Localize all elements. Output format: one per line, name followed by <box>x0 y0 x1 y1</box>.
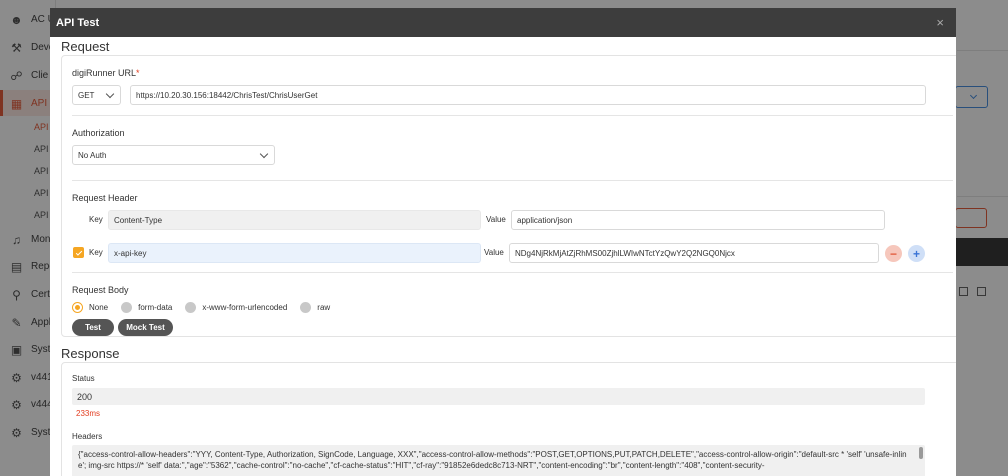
headers-label: Headers <box>72 432 103 441</box>
response-section-title: Response <box>61 346 120 361</box>
request-section-title: Request <box>61 39 110 54</box>
header-value-label: Value <box>484 248 504 257</box>
authorization-select[interactable]: No Auth <box>72 145 275 165</box>
test-button[interactable]: Test <box>72 319 114 336</box>
divider <box>72 272 953 273</box>
header-key-input[interactable]: x-api-key <box>108 243 481 263</box>
body-type-none-radio[interactable]: None <box>72 302 108 313</box>
header-enable-checkbox[interactable] <box>73 247 84 258</box>
check-icon <box>75 248 82 256</box>
modal-title: API Test <box>56 16 100 29</box>
authorization-label: Authorization <box>72 128 125 138</box>
divider <box>72 115 953 116</box>
url-label: digiRunner URL* <box>72 68 140 78</box>
status-label: Status <box>72 374 95 383</box>
response-headers-text[interactable]: {"access-control-allow-headers":"YYY, Co… <box>72 445 925 476</box>
close-icon[interactable]: × <box>936 15 944 30</box>
chevron-down-icon <box>259 149 269 158</box>
response-time: 233ms <box>76 409 101 418</box>
method-select[interactable]: GET <box>72 85 121 105</box>
request-body-label: Request Body <box>72 285 129 295</box>
url-input[interactable]: https://10.20.30.156:18442/ChrisTest/Chr… <box>130 85 926 105</box>
header-key-input[interactable]: Content-Type <box>108 210 481 230</box>
header-value-label: Value <box>486 215 506 224</box>
radio-icon <box>185 302 197 313</box>
api-test-modal: API Test × Request digiRunner URL* GET h… <box>50 8 956 476</box>
header-key-label: Key <box>89 248 103 257</box>
radio-selected-icon <box>72 302 83 313</box>
modal-header: API Test × <box>50 8 956 37</box>
header-value-input[interactable]: NDg4NjRkMjAtZjRhMS00ZjhlLWIwNTctYzQwY2Q2… <box>509 243 879 263</box>
scrollbar[interactable] <box>919 447 923 459</box>
add-header-button[interactable]: + <box>908 245 925 262</box>
body-type-radio-group: None form-data x-www-form-urlencoded raw <box>72 302 343 313</box>
divider <box>72 180 953 181</box>
status-value: 200 <box>72 388 925 405</box>
header-key-label: Key <box>89 215 103 224</box>
remove-header-button[interactable]: − <box>885 245 902 262</box>
response-card: Status 200 233ms Headers {"access-contro… <box>61 362 956 476</box>
request-header-label: Request Header <box>72 193 138 203</box>
body-type-raw-radio[interactable]: raw <box>300 302 330 313</box>
radio-icon <box>121 302 133 313</box>
mock-test-button[interactable]: Mock Test <box>118 319 173 336</box>
header-value-input[interactable]: application/json <box>511 210 885 230</box>
chevron-down-icon <box>105 89 115 98</box>
required-mark: * <box>136 68 140 78</box>
body-type-urlencoded-radio[interactable]: x-www-form-urlencoded <box>185 302 287 313</box>
body-type-form-data-radio[interactable]: form-data <box>121 302 172 313</box>
radio-icon <box>300 302 312 313</box>
request-card: digiRunner URL* GET https://10.20.30.156… <box>61 55 956 337</box>
